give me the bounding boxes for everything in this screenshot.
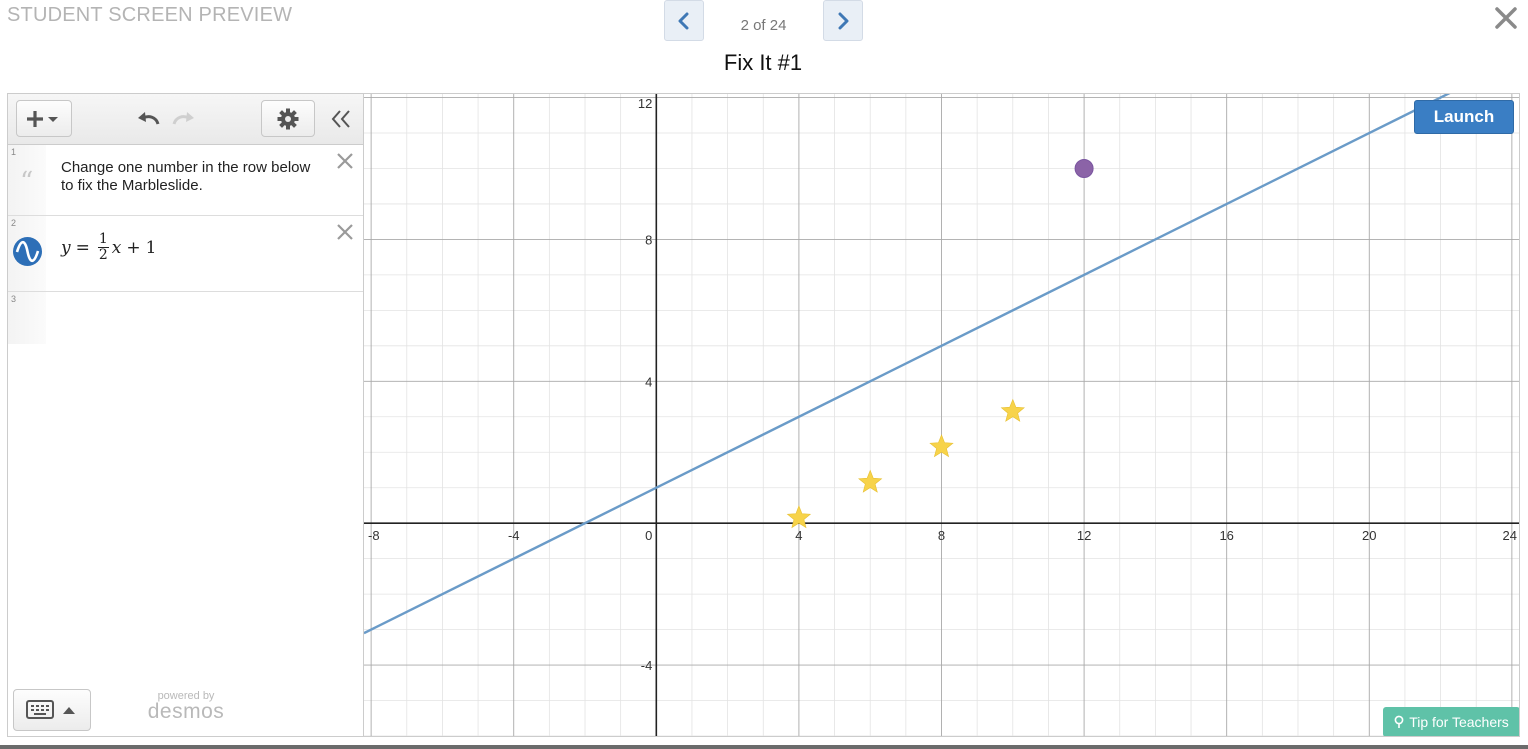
- row-index: 1: [11, 147, 17, 157]
- expression-toolbar: [8, 94, 363, 145]
- keypad-toggle-button[interactable]: [13, 689, 91, 731]
- x-tick-label: 12: [1077, 528, 1091, 543]
- expression-panel: 1 “ Change one number in the row below t…: [8, 94, 364, 736]
- tip-for-teachers-button[interactable]: Tip for Teachers: [1383, 707, 1519, 736]
- keyboard-icon: [26, 700, 75, 719]
- desmos-logo: desmos: [147, 700, 225, 723]
- graphing-calculator: 1 “ Change one number in the row below t…: [7, 93, 1520, 737]
- expression-row-equation[interactable]: 2 y = 1 2 x + 1: [8, 216, 363, 292]
- row-index: 2: [11, 218, 17, 228]
- formula-constant: 1: [145, 237, 157, 258]
- bottom-bar: [0, 745, 1528, 749]
- tip-label: Tip for Teachers: [1409, 714, 1509, 730]
- double-chevron-left-icon: [331, 110, 350, 128]
- close-preview-button[interactable]: [1492, 4, 1520, 32]
- close-icon: [1495, 7, 1517, 29]
- x-tick-label: -8: [368, 528, 380, 543]
- row-index: 3: [11, 294, 17, 304]
- expression-row-note[interactable]: 1 “ Change one number in the row below t…: [8, 145, 363, 216]
- close-icon: [337, 153, 353, 169]
- chevron-left-icon: [678, 12, 689, 29]
- fraction-denominator: 2: [98, 247, 108, 263]
- next-screen-button[interactable]: [823, 0, 863, 41]
- graph-style-icon[interactable]: [13, 237, 42, 266]
- fraction-numerator: 1: [97, 231, 109, 248]
- undo-button[interactable]: [136, 108, 162, 130]
- x-tick-label: 0: [645, 528, 652, 543]
- collapse-list-button[interactable]: [328, 106, 354, 132]
- formula-variable: x: [111, 237, 122, 258]
- x-tick-label: 20: [1362, 528, 1376, 543]
- y-tick-label: 8: [645, 232, 652, 247]
- chevron-right-icon: [838, 12, 849, 29]
- x-tick-label: 4: [795, 528, 802, 543]
- note-quote-icon: “: [20, 167, 34, 197]
- row-gutter: 3: [8, 292, 46, 344]
- graph-canvas[interactable]: -8 -4 0 4 8 12 16 20 24 12 8 4 -4: [364, 94, 1519, 736]
- launch-button[interactable]: Launch: [1414, 100, 1514, 134]
- row-gutter: 2: [8, 216, 46, 291]
- add-item-button[interactable]: [16, 100, 72, 137]
- formula-lhs: y: [61, 237, 71, 258]
- expression-row-empty[interactable]: 3: [8, 292, 363, 344]
- formula-fraction: 1 2: [97, 231, 109, 263]
- gear-icon: [277, 108, 299, 129]
- x-tick-label: -4: [508, 528, 520, 543]
- settings-button[interactable]: [261, 100, 315, 137]
- redo-button[interactable]: [170, 108, 196, 130]
- equation-input[interactable]: y = 1 2 x + 1: [61, 232, 156, 263]
- y-tick-label: -4: [641, 658, 653, 673]
- x-tick-label: 16: [1219, 528, 1233, 543]
- lightbulb-icon: [1394, 715, 1404, 728]
- x-tick-label: 24: [1503, 528, 1517, 543]
- sine-wave-icon: [15, 240, 40, 263]
- plus-dropdown-icon: [27, 110, 58, 127]
- redo-icon: [172, 112, 194, 125]
- y-tick-label: 4: [645, 374, 652, 389]
- delete-row-button[interactable]: [335, 151, 355, 171]
- major-gridlines: [364, 94, 1519, 736]
- x-tick-label: 8: [938, 528, 945, 543]
- delete-row-button[interactable]: [335, 222, 355, 242]
- previous-screen-button[interactable]: [664, 0, 704, 41]
- page-counter: 2 of 24: [740, 17, 787, 34]
- undo-icon: [138, 112, 160, 125]
- note-text[interactable]: Change one number in the row below to fi…: [61, 159, 311, 195]
- preview-title: STUDENT SCREEN PREVIEW: [7, 4, 293, 26]
- screen-title: Fix It #1: [723, 50, 803, 75]
- y-tick-label: 12: [638, 96, 652, 111]
- desmos-branding: powered by desmos: [146, 690, 226, 724]
- row-gutter: 1 “: [8, 145, 46, 215]
- marble-point: [1074, 158, 1094, 178]
- tick-labels: -8 -4 0 4 8 12 16 20 24 12 8 4 -4: [368, 96, 1517, 673]
- close-icon: [337, 224, 353, 240]
- formula-equals: =: [75, 237, 90, 258]
- formula-plus: +: [126, 237, 141, 258]
